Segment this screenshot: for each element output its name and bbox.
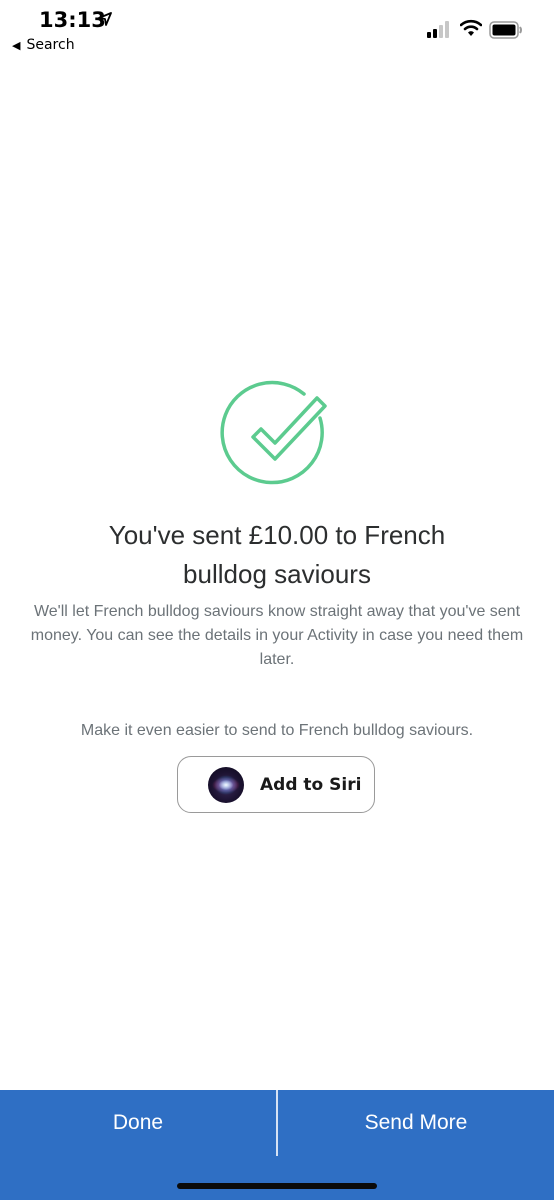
wifi-icon: [460, 19, 482, 36]
add-to-siri-button[interactable]: Add to Siri: [177, 756, 375, 813]
signal-icon: [427, 21, 449, 38]
send-more-button[interactable]: Send More: [278, 1090, 554, 1156]
home-indicator[interactable]: [177, 1183, 377, 1189]
status-time: 13:13: [39, 8, 106, 32]
status-bar: 13:13 ◀ Search: [0, 0, 554, 64]
confirmation-title: You've sent £10.00 to French bulldog sav…: [108, 520, 446, 589]
battery-icon: [489, 21, 522, 39]
back-link-label: Search: [26, 37, 75, 53]
add-to-siri-label: Add to Siri: [260, 775, 362, 795]
back-to-search-link[interactable]: ◀ Search: [12, 37, 75, 53]
confirmation-description: We'll let French bulldog saviours know s…: [30, 603, 524, 668]
done-button[interactable]: Done: [0, 1090, 276, 1156]
siri-prompt: Make it even easier to send to French bu…: [80, 722, 474, 739]
location-arrow-icon: [98, 12, 112, 26]
siri-orb-icon: [208, 767, 244, 803]
back-triangle-icon: ◀: [12, 38, 21, 52]
success-check-icon: [220, 380, 327, 485]
